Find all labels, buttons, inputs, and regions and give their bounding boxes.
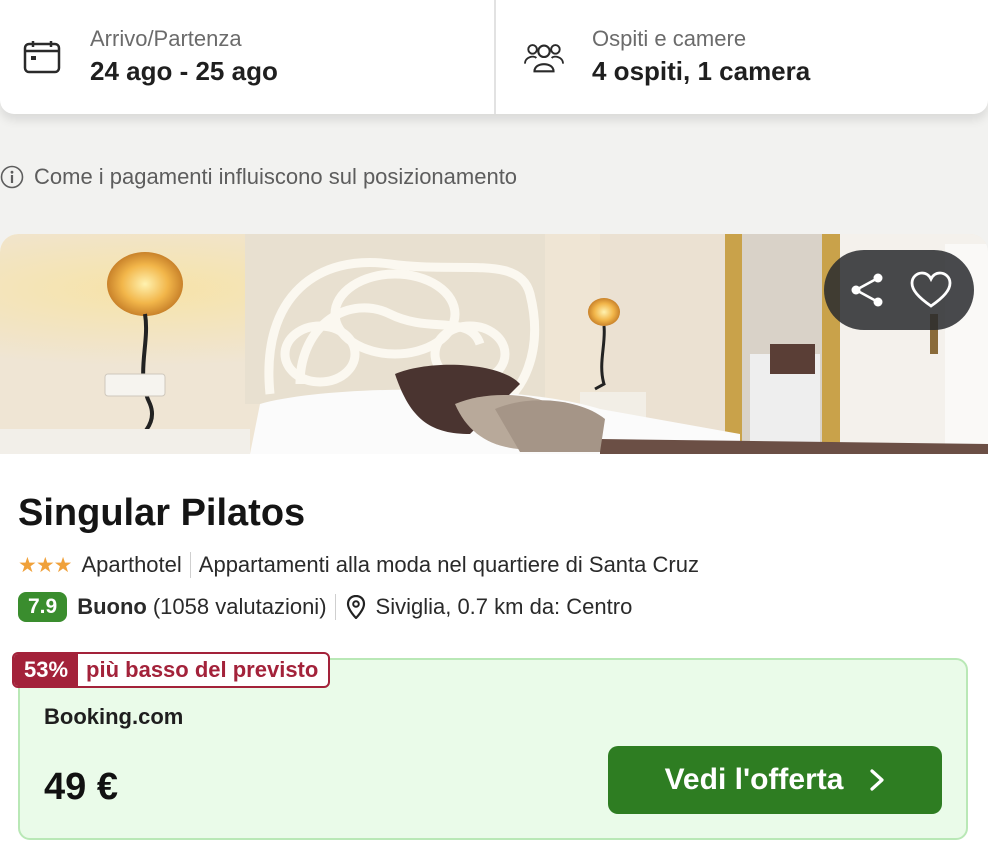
discount-badge: 53% più basso del previsto [12, 652, 331, 688]
info-text: Come i pagamenti influiscono sul posizio… [34, 164, 518, 189]
rating-word: Buono [77, 594, 147, 619]
hotel-rating-location: 7.9 Buono (1058 valutazioni) Siviglia, 0… [18, 592, 632, 622]
dates-label: Arrivo/Partenza [90, 26, 242, 51]
guests-label: Ospiti e camere [592, 26, 747, 51]
view-offer-button[interactable]: Vedi l'offerta [608, 746, 942, 814]
chevron-right-icon [869, 768, 885, 792]
view-offer-label: Vedi l'offerta [664, 763, 844, 796]
rating-count: (1058 valutazioni) [152, 594, 327, 619]
dates-selector[interactable]: Arrivo/Partenza 24 ago - 25 ago [0, 0, 494, 114]
hotel-card[interactable]: Singular Pilatos ★★★ Aparthotel Appartam… [0, 234, 988, 852]
discount-label: più basso del previsto [86, 657, 319, 682]
map-pin-icon [346, 595, 365, 619]
hotel-meta: ★★★ Aparthotel Appartamenti alla moda ne… [18, 552, 699, 578]
hotel-name[interactable]: Singular Pilatos [18, 492, 305, 535]
favorite-button[interactable] [904, 263, 958, 317]
hotel-location: Siviglia, 0.7 km da: Centro [375, 594, 633, 619]
hotel-tagline: Appartamenti alla moda nel quartiere di … [198, 552, 699, 577]
dates-value: 24 ago - 25 ago [90, 56, 278, 86]
share-button[interactable] [841, 263, 895, 317]
info-icon [0, 165, 24, 189]
guests-selector[interactable]: Ospiti e camere 4 ospiti, 1 camera [494, 0, 988, 114]
deal-price: 49 € [44, 766, 118, 808]
heart-icon [910, 271, 951, 308]
search-bar: Arrivo/Partenza 24 ago - 25 ago Ospiti e… [0, 0, 988, 114]
star-rating: ★★★ [18, 553, 72, 577]
share-icon [851, 273, 882, 307]
photo-actions [824, 250, 974, 330]
rating-badge: 7.9 [18, 592, 68, 622]
hotel-type: Aparthotel [81, 552, 182, 577]
divider [334, 594, 336, 620]
payment-ranking-info[interactable]: Come i pagamenti influiscono sul posizio… [0, 164, 517, 190]
guests-value: 4 ospiti, 1 camera [592, 56, 811, 86]
provider-name: Booking.com [44, 704, 184, 729]
divider [189, 552, 191, 578]
guests-icon [524, 37, 564, 77]
calendar-icon [22, 37, 62, 77]
discount-percent: 53% [14, 654, 79, 686]
hotel-photo[interactable] [0, 234, 988, 454]
